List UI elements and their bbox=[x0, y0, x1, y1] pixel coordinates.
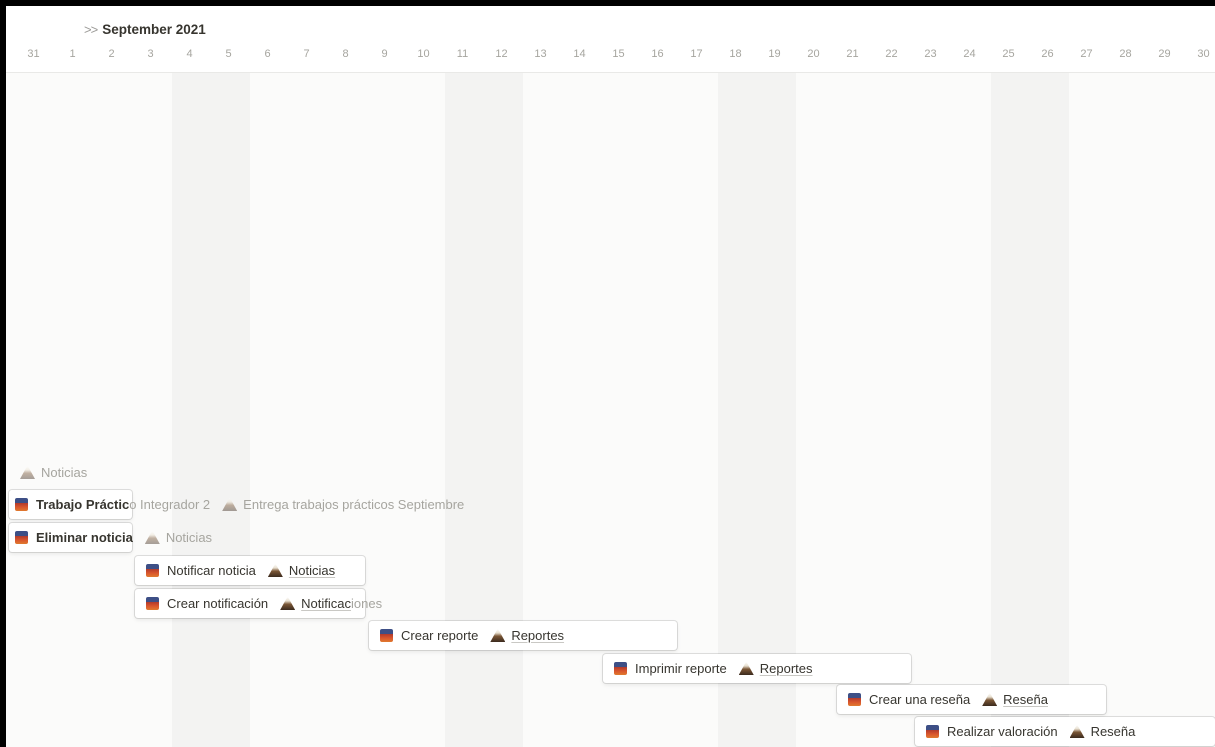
timeline-item-ghost[interactable]: Noticias bbox=[8, 458, 87, 487]
project-link[interactable]: Reportes bbox=[511, 628, 564, 643]
project-link[interactable]: Reportes bbox=[760, 661, 813, 676]
day-label: 6 bbox=[264, 48, 271, 60]
day-label: 22 bbox=[885, 48, 898, 60]
task-row[interactable]: Eliminar noticia Noticias bbox=[15, 523, 212, 552]
day-label: 28 bbox=[1119, 48, 1132, 60]
weekend-band bbox=[172, 72, 250, 747]
month-label[interactable]: >> September 2021 bbox=[84, 22, 206, 37]
project-link-overflow: iones bbox=[351, 596, 383, 611]
day-label: 27 bbox=[1080, 48, 1093, 60]
task-name: Imprimir reporte bbox=[635, 661, 727, 676]
day-label: 7 bbox=[303, 48, 310, 60]
task-page-icon bbox=[614, 662, 627, 675]
task-page-icon bbox=[146, 564, 159, 577]
task-page-icon bbox=[15, 498, 28, 511]
project-label[interactable]: Reseña bbox=[1091, 724, 1136, 739]
day-label: 17 bbox=[690, 48, 703, 60]
day-label: 13 bbox=[534, 48, 547, 60]
project-link[interactable]: Noticias bbox=[289, 563, 335, 578]
day-label: 4 bbox=[186, 48, 193, 60]
volcano-project-icon bbox=[20, 466, 35, 479]
volcano-project-icon bbox=[144, 531, 160, 544]
day-label: 26 bbox=[1041, 48, 1054, 60]
day-label: 20 bbox=[807, 48, 820, 60]
task-name: Trabajo Práctic bbox=[36, 497, 130, 512]
day-label: 29 bbox=[1158, 48, 1171, 60]
task-page-icon bbox=[848, 693, 861, 706]
task-row[interactable]: Imprimir reporte Reportes bbox=[614, 654, 813, 683]
task-name: Crear notificación bbox=[167, 596, 269, 611]
day-label: 1 bbox=[69, 48, 76, 60]
task-page-icon bbox=[15, 531, 28, 544]
task-page-icon bbox=[146, 597, 159, 610]
chevron-double-right-icon[interactable]: >> bbox=[84, 22, 98, 37]
day-label: 9 bbox=[381, 48, 388, 60]
task-row[interactable]: Notificar noticia Noticias bbox=[146, 556, 335, 585]
day-label: 24 bbox=[963, 48, 976, 60]
project-link[interactable]: Notificac bbox=[301, 596, 351, 611]
task-name: Eliminar noticia bbox=[36, 530, 133, 545]
volcano-project-icon bbox=[982, 693, 998, 706]
day-label: 12 bbox=[495, 48, 508, 60]
day-label: 21 bbox=[846, 48, 859, 60]
day-label: 8 bbox=[342, 48, 349, 60]
task-row[interactable]: Trabajo Práctic o Integrador 2 Entrega tr… bbox=[15, 490, 464, 519]
day-label: 23 bbox=[924, 48, 937, 60]
task-page-icon bbox=[926, 725, 939, 738]
project-label[interactable]: Noticias bbox=[166, 530, 212, 545]
task-row[interactable]: Crear una reseña Reseña bbox=[848, 685, 1048, 714]
volcano-project-icon bbox=[222, 498, 238, 511]
volcano-project-icon bbox=[280, 597, 296, 610]
day-label: 31 bbox=[27, 48, 40, 60]
day-label: 2 bbox=[108, 48, 115, 60]
day-label: 30 bbox=[1197, 48, 1210, 60]
day-label: 3 bbox=[147, 48, 154, 60]
day-label: 11 bbox=[456, 48, 469, 60]
project-label[interactable]: Entrega trabajos prácticos Septiembre bbox=[243, 497, 464, 512]
project-link[interactable]: Reseña bbox=[1003, 692, 1048, 707]
day-label: 16 bbox=[651, 48, 664, 60]
task-row[interactable]: Crear reporte Reportes bbox=[380, 621, 564, 650]
task-row[interactable]: Realizar valoración Reseña bbox=[926, 717, 1135, 746]
day-label: 25 bbox=[1002, 48, 1015, 60]
day-label: 10 bbox=[417, 48, 430, 60]
volcano-project-icon bbox=[738, 662, 754, 675]
day-label: 18 bbox=[729, 48, 742, 60]
task-page-icon bbox=[380, 629, 393, 642]
weekend-band bbox=[718, 72, 796, 747]
task-name-overflow: o Integrador 2 bbox=[129, 497, 211, 512]
timeline-header: >> September 2021 31 1 2 3 4 5 6 7 8 9 10… bbox=[6, 6, 1215, 73]
task-name: Notificar noticia bbox=[167, 563, 256, 578]
day-label: 15 bbox=[612, 48, 625, 60]
volcano-project-icon bbox=[1069, 725, 1085, 738]
task-row[interactable]: Crear notificación Notificac iones bbox=[146, 589, 382, 618]
task-name: Crear una reseña bbox=[869, 692, 971, 707]
task-name: Crear reporte bbox=[401, 628, 479, 643]
day-label: 5 bbox=[225, 48, 232, 60]
day-label: 14 bbox=[573, 48, 586, 60]
timeline-view: >> September 2021 31 1 2 3 4 5 6 7 8 9 10… bbox=[6, 6, 1215, 747]
project-label[interactable]: Noticias bbox=[41, 465, 87, 480]
volcano-project-icon bbox=[490, 629, 506, 642]
volcano-project-icon bbox=[267, 564, 283, 577]
month-title: September 2021 bbox=[102, 22, 206, 37]
weekend-band bbox=[991, 72, 1069, 747]
day-label: 19 bbox=[768, 48, 781, 60]
task-name: Realizar valoración bbox=[947, 724, 1058, 739]
